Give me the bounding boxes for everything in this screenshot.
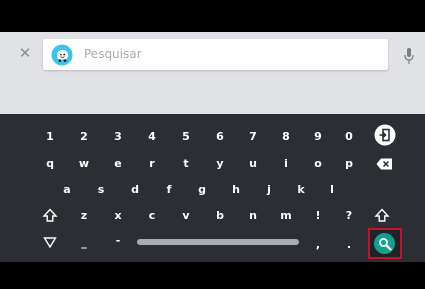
key-x[interactable]: x [106,206,130,226]
app-screen: ✕ Pesquisar 1 2 3 4 5 6 7 8 9 0 q w e r … [0,0,425,289]
top-bar [0,0,425,32]
key-7[interactable]: 7 [241,127,265,147]
bottom-bar [0,262,425,289]
key-f[interactable]: f [157,180,181,200]
key-4[interactable]: 4 [140,127,164,147]
waze-icon [51,44,73,66]
key-y[interactable]: y [208,154,232,174]
key-u[interactable]: u [241,154,265,174]
microphone-icon[interactable] [404,48,414,65]
search-button[interactable] [368,228,402,259]
key-t[interactable]: t [174,154,198,174]
key-0[interactable]: 0 [337,127,361,147]
key-r[interactable]: r [140,154,164,174]
key-e[interactable]: e [106,154,130,174]
key-6[interactable]: 6 [208,127,232,147]
key-period[interactable]: . [337,235,361,255]
key-h[interactable]: h [224,180,248,200]
key-l[interactable]: l [320,180,344,200]
key-g[interactable]: g [190,180,214,200]
key-3[interactable]: 3 [106,127,130,147]
search-placeholder: Pesquisar [84,47,142,61]
key-k[interactable]: k [289,180,313,200]
key-v[interactable]: v [174,206,198,226]
key-question[interactable]: ? [337,206,361,226]
key-i[interactable]: i [274,154,298,174]
key-comma[interactable]: , [306,235,330,255]
key-d[interactable]: d [123,180,147,200]
key-c[interactable]: c [140,206,164,226]
key-o[interactable]: o [306,154,330,174]
search-icon [379,238,392,251]
on-screen-keyboard: 1 2 3 4 5 6 7 8 9 0 q w e r t y u i o p [0,114,425,262]
key-5[interactable]: 5 [174,127,198,147]
key-m[interactable]: m [274,206,298,226]
key-9[interactable]: 9 [306,127,330,147]
key-s[interactable]: s [89,180,113,200]
key-exclamation[interactable]: ! [306,206,330,226]
key-n[interactable]: n [241,206,265,226]
key-w[interactable]: w [72,154,96,174]
key-underscore[interactable]: _ [72,233,96,253]
key-hyphen[interactable]: - [106,231,130,251]
search-header: ✕ Pesquisar [0,32,425,114]
key-p[interactable]: p [337,154,361,174]
key-2[interactable]: 2 [72,127,96,147]
key-a[interactable]: a [55,180,79,200]
hide-keyboard-icon[interactable] [38,230,64,254]
key-b[interactable]: b [208,206,232,226]
key-1[interactable]: 1 [38,127,62,147]
key-j[interactable]: j [257,180,281,200]
close-icon[interactable]: ✕ [18,46,32,61]
backspace-icon[interactable] [372,152,398,176]
key-q[interactable]: q [38,154,62,174]
shift-icon[interactable] [370,204,396,228]
enter-icon[interactable] [372,123,398,147]
space-bar[interactable] [137,239,299,245]
shift-icon[interactable] [38,204,64,228]
search-input[interactable]: Pesquisar [43,39,388,70]
key-8[interactable]: 8 [274,127,298,147]
key-z[interactable]: z [72,206,96,226]
